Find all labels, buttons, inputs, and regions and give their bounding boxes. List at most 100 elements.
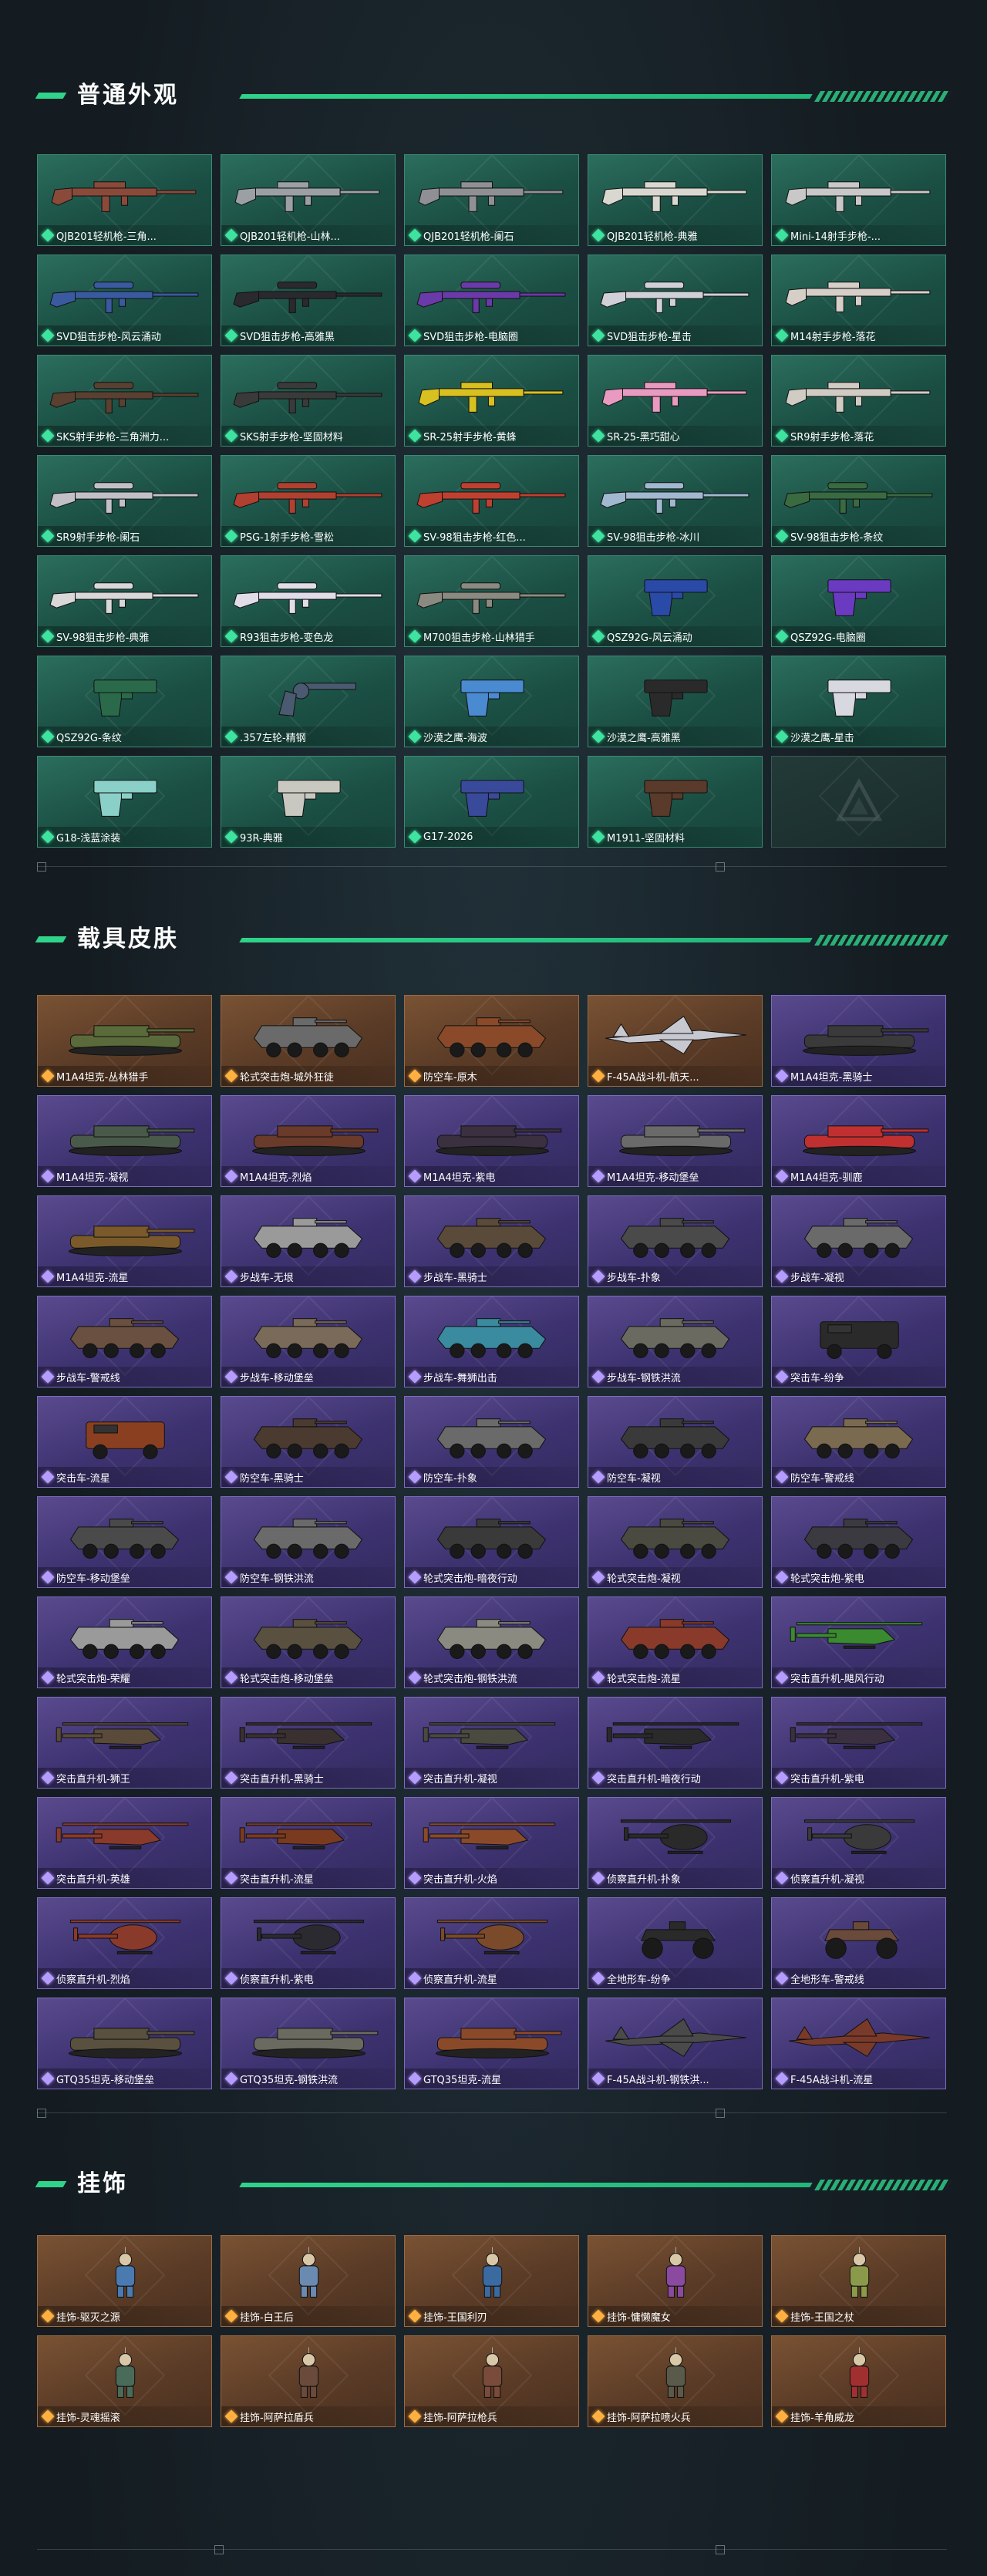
item-card[interactable]: 挂饰-王国利刃 <box>404 2235 579 2327</box>
item-card[interactable]: F-45A战斗机-航天... <box>588 995 763 1087</box>
item-card[interactable]: M1A4坦克-黑骑士 <box>771 995 946 1087</box>
item-card[interactable]: M1A4坦克-流星 <box>37 1195 212 1287</box>
item-card[interactable]: 侦察直升机-烈焰 <box>37 1897 212 1989</box>
item-card[interactable]: QJB201轻机枪-阑石 <box>404 154 579 246</box>
item-card[interactable]: 突击直升机-英雄 <box>37 1797 212 1889</box>
item-card[interactable]: 步战车-移动堡垒 <box>221 1296 396 1387</box>
item-card[interactable]: 步战车-钢铁洪流 <box>588 1296 763 1387</box>
item-card[interactable]: QJB201轻机枪-三角... <box>37 154 212 246</box>
item-card[interactable]: 防空车-原木 <box>404 995 579 1087</box>
item-card[interactable]: SV-98狙击步枪-条纹 <box>771 455 946 547</box>
item-card[interactable]: 侦察直升机-扑象 <box>588 1797 763 1889</box>
item-card[interactable]: 步战车-警戒线 <box>37 1296 212 1387</box>
item-card[interactable]: QSZ92G-风云涌动 <box>588 555 763 647</box>
item-card[interactable]: M1A4坦克-驯鹿 <box>771 1095 946 1187</box>
item-card[interactable]: GTQ35坦克-钢铁洪流 <box>221 1998 396 2089</box>
item-card[interactable]: SVD狙击步枪-星击 <box>588 255 763 346</box>
item-card[interactable]: 全地形车-纷争 <box>588 1897 763 1989</box>
item-card[interactable]: 突击直升机-流星 <box>221 1797 396 1889</box>
item-card[interactable]: 防空车-凝视 <box>588 1396 763 1488</box>
item-card[interactable]: 突击直升机-飓风行动 <box>771 1597 946 1688</box>
item-card[interactable]: 防空车-黑骑士 <box>221 1396 396 1488</box>
item-card[interactable]: 步战车-舞狮出击 <box>404 1296 579 1387</box>
item-card[interactable]: M1A4坦克-丛林猎手 <box>37 995 212 1087</box>
item-card[interactable]: M1A4坦克-移动堡垒 <box>588 1095 763 1187</box>
item-card[interactable]: 沙漠之鹰-高雅黑 <box>588 656 763 747</box>
item-card[interactable]: F-45A战斗机-钢铁洪... <box>588 1998 763 2089</box>
item-card[interactable]: G18-浅蓝涂装 <box>37 756 212 848</box>
item-card[interactable]: 突击直升机-狮王 <box>37 1697 212 1789</box>
item-card[interactable]: QSZ92G-电脑圈 <box>771 555 946 647</box>
item-card[interactable]: 突击直升机-黑骑士 <box>221 1697 396 1789</box>
item-card[interactable]: 步战车-凝视 <box>771 1195 946 1287</box>
item-card[interactable]: 防空车-扑象 <box>404 1396 579 1488</box>
item-card[interactable]: SV-98狙击步枪-典雅 <box>37 555 212 647</box>
item-card[interactable]: SV-98狙击步枪-红色... <box>404 455 579 547</box>
item-card[interactable]: M1A4坦克-烈焰 <box>221 1095 396 1187</box>
item-card[interactable]: 轮式突击炮-城外狂徒 <box>221 995 396 1087</box>
item-label-row: 沙漠之鹰-星击 <box>772 727 945 747</box>
item-card[interactable]: R93狙击步枪-变色龙 <box>221 555 396 647</box>
item-card[interactable]: 93R-典雅 <box>221 756 396 848</box>
item-card[interactable]: F-45A战斗机-流星 <box>771 1998 946 2089</box>
item-card[interactable]: 突击直升机-火焰 <box>404 1797 579 1889</box>
item-card[interactable]: 轮式突击炮-移动堡垒 <box>221 1597 396 1688</box>
item-card[interactable]: 挂饰-阿萨拉喷火兵 <box>588 2335 763 2427</box>
item-card[interactable]: 突击车-流星 <box>37 1396 212 1488</box>
item-card[interactable]: 挂饰-灵魂摇滚 <box>37 2335 212 2427</box>
item-card[interactable]: 侦察直升机-凝视 <box>771 1797 946 1889</box>
item-card[interactable]: 侦察直升机-紫电 <box>221 1897 396 1989</box>
item-card[interactable]: 步战车-扑象 <box>588 1195 763 1287</box>
item-card[interactable]: SVD狙击步枪-风云涌动 <box>37 255 212 346</box>
item-card[interactable]: SVD狙击步枪-高雅黑 <box>221 255 396 346</box>
item-card[interactable]: SR-25-黑巧甜心 <box>588 355 763 447</box>
item-card[interactable]: 挂饰-王国之杖 <box>771 2235 946 2327</box>
item-card[interactable]: Mini-14射手步枪-... <box>771 154 946 246</box>
item-card[interactable]: 防空车-钢铁洪流 <box>221 1496 396 1588</box>
item-card[interactable]: M1A4坦克-凝视 <box>37 1095 212 1187</box>
item-card[interactable]: 挂饰-阿萨拉枪兵 <box>404 2335 579 2427</box>
item-card[interactable]: 挂饰-慵懒魔女 <box>588 2235 763 2327</box>
item-card[interactable]: 突击车-纷争 <box>771 1296 946 1387</box>
item-card[interactable]: 突击直升机-紫电 <box>771 1697 946 1789</box>
item-card[interactable]: SVD狙击步枪-电脑圈 <box>404 255 579 346</box>
item-card[interactable]: SR9射手步枪-阑石 <box>37 455 212 547</box>
item-card[interactable]: 挂饰-驱灭之源 <box>37 2235 212 2327</box>
item-card[interactable]: 轮式突击炮-钢铁洪流 <box>404 1597 579 1688</box>
item-card[interactable]: 防空车-移动堡垒 <box>37 1496 212 1588</box>
item-card[interactable]: 步战车-无垠 <box>221 1195 396 1287</box>
item-card[interactable]: 步战车-黑骑士 <box>404 1195 579 1287</box>
item-card[interactable]: GTQ35坦克-流星 <box>404 1998 579 2089</box>
item-card[interactable]: 轮式突击炮-凝视 <box>588 1496 763 1588</box>
item-card[interactable]: 侦察直升机-流星 <box>404 1897 579 1989</box>
item-card[interactable]: 挂饰-羊角威龙 <box>771 2335 946 2427</box>
item-card[interactable]: 挂饰-白王后 <box>221 2235 396 2327</box>
item-card[interactable]: SR-25射手步枪-黄蜂 <box>404 355 579 447</box>
item-card[interactable]: QJB201轻机枪-山林... <box>221 154 396 246</box>
item-card[interactable]: QSZ92G-条纹 <box>37 656 212 747</box>
item-card[interactable]: M700狙击步枪-山林猎手 <box>404 555 579 647</box>
item-card[interactable]: 挂饰-阿萨拉盾兵 <box>221 2335 396 2427</box>
item-card[interactable]: PSG-1射手步枪-雪松 <box>221 455 396 547</box>
item-card[interactable]: 全地形车-警戒线 <box>771 1897 946 1989</box>
item-card[interactable]: 沙漠之鹰-星击 <box>771 656 946 747</box>
item-card[interactable]: M1911-坚固材料 <box>588 756 763 848</box>
item-card[interactable]: 轮式突击炮-紫电 <box>771 1496 946 1588</box>
item-card[interactable]: QJB201轻机枪-典雅 <box>588 154 763 246</box>
item-card[interactable]: G17-2026 <box>404 756 579 848</box>
item-card[interactable]: 轮式突击炮-流星 <box>588 1597 763 1688</box>
item-card[interactable]: SKS射手步枪-三角洲力... <box>37 355 212 447</box>
item-card[interactable]: 沙漠之鹰-海波 <box>404 656 579 747</box>
item-card[interactable]: 突击直升机-凝视 <box>404 1697 579 1789</box>
item-card[interactable]: 轮式突击炮-荣耀 <box>37 1597 212 1688</box>
item-card[interactable]: M1A4坦克-紫电 <box>404 1095 579 1187</box>
item-card[interactable]: 突击直升机-暗夜行动 <box>588 1697 763 1789</box>
item-card[interactable]: SR9射手步枪-落花 <box>771 355 946 447</box>
item-card[interactable]: .357左轮-精钢 <box>221 656 396 747</box>
item-card[interactable]: 防空车-警戒线 <box>771 1396 946 1488</box>
item-card[interactable]: M14射手步枪-落花 <box>771 255 946 346</box>
item-card[interactable]: SV-98狙击步枪-冰川 <box>588 455 763 547</box>
item-card[interactable]: SKS射手步枪-坚固材料 <box>221 355 396 447</box>
item-card[interactable]: GTQ35坦克-移动堡垒 <box>37 1998 212 2089</box>
item-card[interactable]: 轮式突击炮-暗夜行动 <box>404 1496 579 1588</box>
